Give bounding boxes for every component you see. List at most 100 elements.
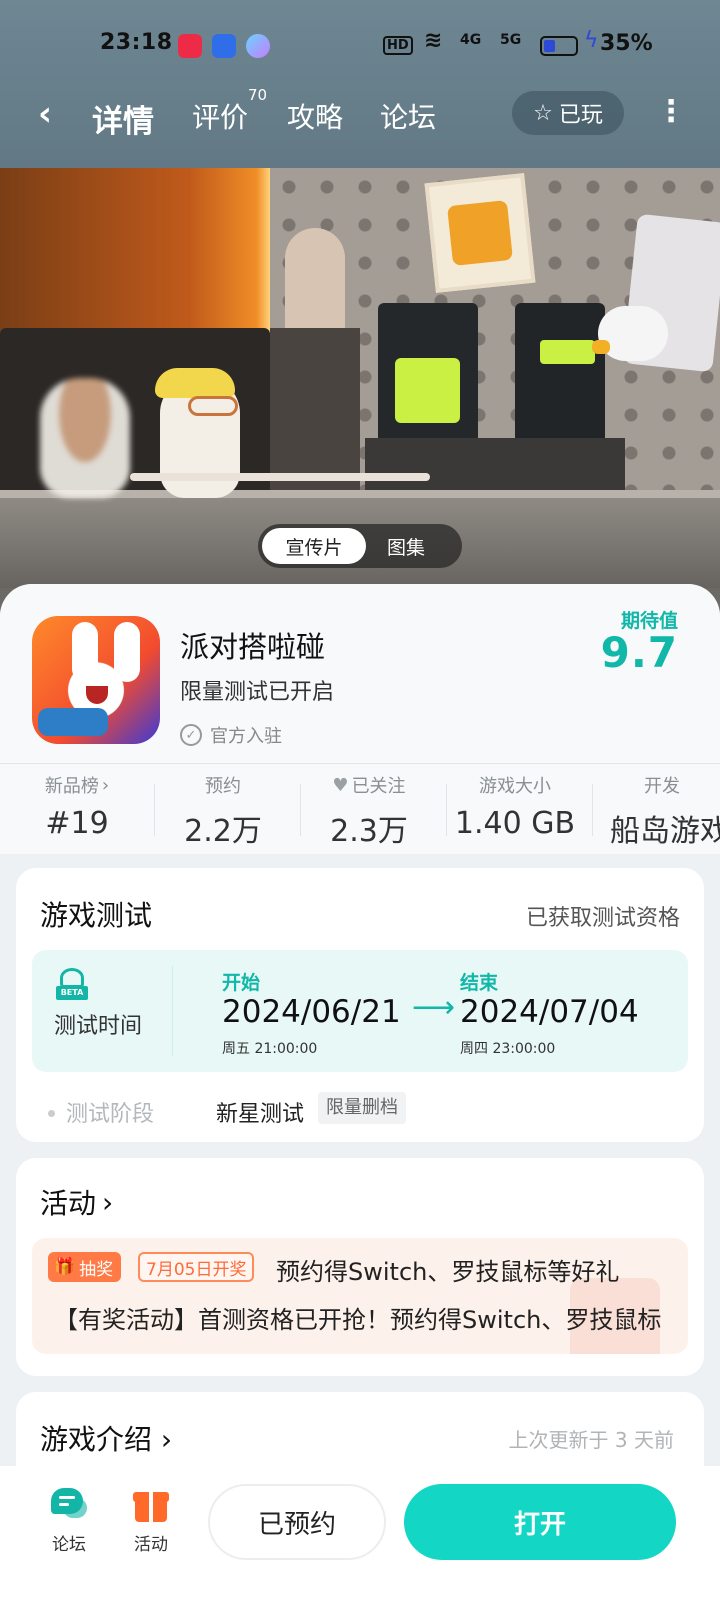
icon-ear: [114, 622, 140, 682]
open-button[interactable]: 打开: [404, 1484, 676, 1560]
played-button[interactable]: ☆ 已玩: [512, 91, 624, 135]
statue: [285, 228, 345, 338]
bird-beak: [592, 340, 610, 354]
reserved-button[interactable]: 已预约: [208, 1484, 386, 1560]
draw-date-badge: 7月05日开奖: [138, 1252, 255, 1282]
game-icon: [32, 616, 160, 744]
start-detail: 周五 21:00:00: [222, 1041, 318, 1057]
activity-button[interactable]: 活动: [116, 1484, 186, 1555]
beta-ring: [60, 968, 84, 988]
status-bar: 23:18 HD ≋ 4G 5G ϟ 35%: [0, 22, 720, 68]
test-phase-label: 测试阶段: [66, 1102, 155, 1127]
wifi-icon: ≋: [424, 28, 443, 53]
game-name: 派对搭啦碰: [180, 630, 326, 664]
tab-forum[interactable]: 论坛: [380, 96, 436, 136]
divider: [172, 966, 173, 1056]
stat-reservations: 预约 2.2万: [150, 764, 296, 854]
forum-button[interactable]: 论坛: [34, 1484, 104, 1555]
stat-value: 2.3万: [330, 814, 408, 849]
activity-label: 活动: [134, 1535, 168, 1555]
back-icon[interactable]: ‹: [38, 94, 52, 134]
media-toggle: 宣传片 图集: [258, 524, 462, 568]
end-detail: 周四 23:00:00: [460, 1041, 556, 1057]
signal-4g-icon: 4G: [460, 32, 482, 48]
tab-guides[interactable]: 攻略: [287, 96, 343, 136]
expectation-score: 9.7: [600, 628, 678, 677]
gift-icon: 🎁: [54, 1257, 76, 1277]
forum-icon: [49, 1484, 89, 1524]
activity-headline: 预约得Switch、罗技鼠标等好礼: [276, 1258, 620, 1286]
card-title: 游戏测试: [40, 899, 153, 932]
arrow-right-icon: ⟶: [412, 990, 456, 1025]
stat-value: #19: [45, 806, 109, 841]
activity-header[interactable]: 活动 ›: [40, 1182, 113, 1222]
tab-promo-video[interactable]: 宣传片: [262, 528, 366, 564]
stat-new-ranking[interactable]: 新品榜 › #19: [4, 764, 150, 854]
last-updated: 上次更新于 3 天前: [508, 1428, 674, 1452]
chevron-right-icon: ›: [102, 1185, 114, 1219]
chat-app-icon: [246, 34, 270, 58]
beta-tag: BETA: [56, 986, 88, 1000]
poster-art: [447, 200, 513, 266]
machine-screen: [395, 358, 460, 423]
lottery-label: 抽奖: [79, 1259, 114, 1280]
battery-percent: 35%: [600, 31, 653, 56]
end-label: 结束: [460, 972, 499, 994]
tab-details[interactable]: 详情: [92, 96, 154, 141]
activity-card[interactable]: 活动 › 🎁 抽奖 7月05日开奖 预约得Switch、罗技鼠标等好礼 【有奖活…: [16, 1158, 704, 1376]
tab-reviews[interactable]: 评价: [192, 96, 248, 136]
stat-value: 1.40 GB: [454, 806, 576, 841]
more-icon[interactable]: ⋮: [656, 94, 686, 129]
bear-character: [40, 378, 130, 498]
hero-media[interactable]: 23:18 HD ≋ 4G 5G ϟ 35% ‹ 详情 评价 70 攻略 论坛 …: [0, 0, 720, 620]
forum-label: 论坛: [52, 1535, 86, 1555]
official-badge: ✓ 官方入驻: [180, 722, 282, 748]
top-nav: ‹ 详情 评价 70 攻略 论坛 ☆ 已玩 ⋮: [0, 86, 720, 144]
stat-value: 船岛游戏: [610, 814, 720, 849]
game-header: 派对搭啦碰 限量测试已开启 ✓ 官方入驻 期待值 9.7: [0, 584, 720, 764]
character-hat: [155, 368, 235, 398]
stat-label: 预约: [205, 776, 241, 797]
stat-value: 2.2万: [184, 814, 262, 849]
chevron-right-icon: ›: [101, 774, 110, 796]
charging-icon: ϟ: [584, 28, 599, 53]
stat-label: 新品榜: [44, 776, 99, 797]
stat-label: 游戏大小: [479, 776, 551, 797]
activity-item[interactable]: 🎁 抽奖 7月05日开奖 预约得Switch、罗技鼠标等好礼 【有奖活动】首测资…: [32, 1238, 688, 1354]
machine-part: [540, 340, 595, 364]
test-phase-value: 新星测试: [216, 1102, 305, 1127]
hd-icon: HD: [383, 36, 413, 55]
stat-game-size: 游戏大小 1.40 GB: [442, 764, 588, 854]
intro-title-text: 游戏介绍: [40, 1423, 153, 1456]
end-date: 2024/07/04: [460, 994, 639, 1030]
test-phase-tag: 限量删档: [318, 1092, 406, 1124]
stat-followers[interactable]: ♥ 已关注 2.3万: [296, 764, 442, 854]
character-glasses: [188, 396, 238, 416]
test-time-box: BETA 测试时间 开始 2024/06/21 周五 21:00:00 ⟶ 结束…: [32, 950, 688, 1072]
bottom-action-bar: 论坛 活动 已预约 打开: [0, 1466, 720, 1600]
gift-icon: [131, 1484, 171, 1524]
bullet-dot: [48, 1110, 55, 1117]
status-time: 23:18: [100, 30, 173, 55]
card-title[interactable]: 游戏介绍 ›: [40, 1418, 172, 1458]
battery-icon: [540, 36, 578, 56]
bubble: [51, 1488, 83, 1514]
check-circle-icon: ✓: [180, 724, 202, 746]
start-date: 2024/06/21: [222, 994, 401, 1030]
tray: [365, 438, 625, 498]
divider: [592, 784, 593, 836]
stats-row: 新品榜 › #19 预约 2.2万 ♥ 已关注 2.3万 游戏大小 1.40 GB …: [0, 764, 720, 854]
test-time-label: 测试时间: [54, 1014, 143, 1039]
detail-sheet: 派对搭啦碰 限量测试已开启 ✓ 官方入驻 期待值 9.7 新品榜 › #19 预约…: [0, 584, 720, 1600]
xiaohongshu-icon: [178, 34, 202, 58]
battery-fill: [544, 40, 555, 52]
gift-ribbon: [149, 1492, 153, 1522]
start-label: 开始: [222, 972, 261, 994]
game-subtitle: 限量测试已开启: [180, 680, 335, 705]
icon-tray: [38, 708, 108, 736]
bubble-line: [59, 1503, 69, 1506]
stat-label: 开发: [644, 776, 680, 797]
signal-5g-icon: 5G: [500, 32, 522, 48]
stat-developer[interactable]: 开发 船岛游戏: [610, 764, 720, 854]
tab-gallery[interactable]: 图集: [354, 528, 458, 564]
